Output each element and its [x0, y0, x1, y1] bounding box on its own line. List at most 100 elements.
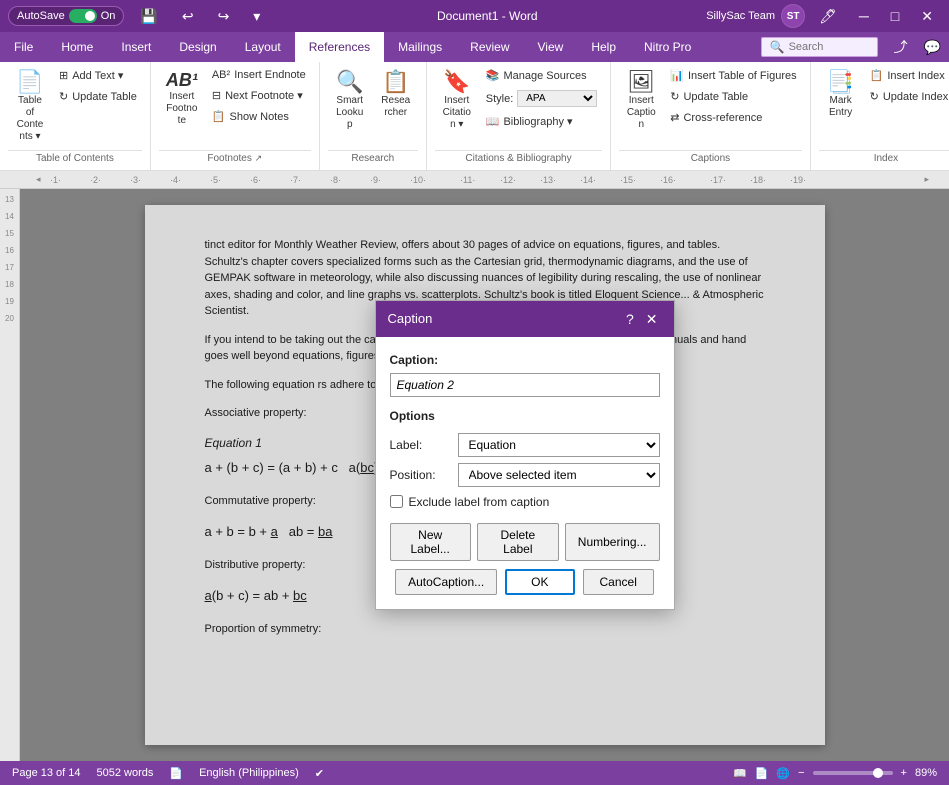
insert-index-icon: 📋 [870, 69, 884, 82]
autosave-toggle[interactable] [69, 9, 97, 23]
delete-label-button[interactable]: Delete Label [477, 523, 559, 561]
dialog-help-button[interactable]: ? [622, 311, 638, 328]
exclude-label-text[interactable]: Exclude label from caption [409, 493, 550, 511]
comments-button[interactable]: 💬 [916, 32, 949, 62]
accessibility-icon: ✔ [315, 767, 324, 780]
dialog-title-text: Caption [388, 309, 433, 329]
dialog-body: Caption: Options Label: Equation Figure … [376, 337, 674, 609]
captions-stack: 📊 Insert Table of Figures ↻ Update Table… [665, 66, 801, 127]
zoom-slider[interactable] [813, 771, 893, 775]
status-bar-right: 📖 📄 🌐 − + 89% [733, 767, 937, 780]
add-text-button[interactable]: ⊞ Add Text ▾ [54, 66, 142, 85]
search-input[interactable] [789, 41, 869, 53]
redo-button[interactable]: ↪ [210, 4, 238, 29]
menu-review[interactable]: Review [456, 32, 523, 62]
position-select[interactable]: Above selected item Below selected item [458, 463, 660, 487]
mark-entry-button[interactable]: 📑 MarkEntry [819, 66, 863, 124]
update-table-button[interactable]: ↻ Update Table [54, 87, 142, 106]
label-field-label: Label: [390, 436, 450, 454]
menu-help[interactable]: Help [577, 32, 630, 62]
language[interactable]: English (Philippines) [199, 767, 299, 779]
view-print-button[interactable]: 📄 [755, 767, 769, 780]
dialog-title-buttons: ? ✕ [622, 311, 662, 328]
autosave-label: AutoSave [17, 10, 65, 22]
insert-caption-button[interactable]: 🖼 InsertCaption [619, 66, 663, 136]
insert-table-of-figures-button[interactable]: 📊 Insert Table of Figures [665, 66, 801, 85]
researcher-button[interactable]: 📋 Researcher [374, 66, 418, 124]
insert-citation-icon: 🔖 [443, 71, 470, 93]
document-page[interactable]: tinct editor for Monthly Weather Review,… [145, 205, 825, 745]
manage-sources-button[interactable]: 📚 Manage Sources [481, 66, 603, 85]
ribbon: 📄 Table ofContents ▾ ⊞ Add Text ▾ ↻ Upda… [0, 62, 949, 171]
numbering-button[interactable]: Numbering... [565, 523, 660, 561]
caption-label: Caption: [390, 351, 660, 369]
insert-citation-button[interactable]: 🔖 InsertCitation ▾ [435, 66, 479, 136]
smart-lookup-button[interactable]: 🔍 SmartLookup [328, 66, 372, 136]
insert-index-button[interactable]: 📋 Insert Index [865, 66, 949, 85]
show-notes-button[interactable]: 📋 Show Notes [207, 107, 311, 126]
dialog-close-button[interactable]: ✕ [642, 311, 662, 328]
user-avatar[interactable]: ST [781, 4, 805, 28]
word-count[interactable]: 5052 words [97, 767, 154, 779]
footnotes-stack: AB² Insert Endnote ⊟ Next Footnote ▾ 📋 S… [207, 66, 311, 126]
menu-mailings[interactable]: Mailings [384, 32, 456, 62]
zoom-level[interactable]: 89% [915, 767, 937, 779]
citations-stack: 📚 Manage Sources Style: APA MLA Chicago … [481, 66, 603, 131]
menu-home[interactable]: Home [47, 32, 107, 62]
horizontal-ruler: ◂ ·1· ·2· ·3· ·4· ·5· ·6· ·7· ·8· ·9· ·1… [0, 171, 949, 189]
update-index-button[interactable]: ↻ Update Index [865, 87, 949, 106]
save-button[interactable]: 💾 [132, 4, 165, 29]
insert-endnote-button[interactable]: AB² Insert Endnote [207, 66, 311, 84]
document-scroll: tinct editor for Monthly Weather Review,… [20, 189, 949, 761]
manage-sources-icon: 📚 [486, 69, 500, 82]
autosave-badge[interactable]: AutoSave On [8, 6, 124, 26]
bibliography-button[interactable]: 📖 Bibliography ▾ [481, 112, 603, 131]
page-info[interactable]: Page 13 of 14 [12, 767, 81, 779]
undo-button[interactable]: ↩ [174, 4, 202, 29]
menu-references[interactable]: References [295, 32, 384, 62]
position-field-row: Position: Above selected item Below sele… [390, 463, 660, 487]
cross-reference-button[interactable]: ⇄ Cross-reference [665, 108, 801, 127]
close-button[interactable]: ✕ [913, 4, 941, 29]
table-of-contents-button[interactable]: 📄 Table ofContents ▾ [8, 66, 52, 148]
menu-layout[interactable]: Layout [231, 32, 295, 62]
menu-view[interactable]: View [524, 32, 578, 62]
style-select[interactable]: APA MLA Chicago [517, 90, 597, 107]
research-group-label: Research [328, 150, 418, 166]
view-read-button[interactable]: 📖 [733, 767, 747, 780]
minimize-button[interactable]: ─ [851, 4, 877, 28]
share-button[interactable]: ⤴ [886, 32, 916, 62]
autocaption-button[interactable]: AutoCaption... [395, 569, 497, 595]
cancel-button[interactable]: Cancel [583, 569, 654, 595]
update-table-figures-button[interactable]: ↻ Update Table [665, 87, 801, 106]
new-label-button[interactable]: New Label... [390, 523, 471, 561]
ribbon-display-options-button[interactable]: 🖊 [811, 4, 845, 29]
ok-button[interactable]: OK [505, 569, 574, 595]
exclude-label-checkbox[interactable] [390, 495, 403, 508]
table-figures-icon: 📊 [670, 69, 684, 82]
user-initials: ST [787, 11, 800, 22]
exclude-label-row: Exclude label from caption [390, 493, 660, 511]
maximize-button[interactable]: □ [883, 4, 907, 28]
menu-insert[interactable]: Insert [107, 32, 165, 62]
caption-input[interactable] [390, 373, 660, 397]
title-bar: AutoSave On 💾 ↩ ↪ ▾ Document1 - Word Sil… [0, 0, 949, 32]
menu-design[interactable]: Design [165, 32, 230, 62]
style-selector[interactable]: Style: APA MLA Chicago [481, 87, 603, 110]
insert-footnote-button[interactable]: AB¹ InsertFootnote [159, 66, 205, 132]
customize-quick-access-button[interactable]: ▾ [245, 4, 268, 29]
label-select[interactable]: Equation Figure Table [458, 433, 660, 457]
view-web-button[interactable]: 🌐 [776, 767, 790, 780]
status-bar-left: Page 13 of 14 5052 words 📄 English (Phil… [12, 767, 324, 780]
style-label: Style: [486, 93, 514, 105]
captions-group-label: Captions [619, 150, 801, 166]
search-box[interactable]: 🔍 [761, 37, 878, 57]
toc-group-label: Table of Contents [8, 150, 142, 166]
menu-file[interactable]: File [0, 32, 47, 62]
next-footnote-button[interactable]: ⊟ Next Footnote ▾ [207, 86, 311, 105]
index-buttons: 📑 MarkEntry 📋 Insert Index ↻ Update Inde… [819, 66, 949, 148]
dialog-ok-cancel: AutoCaption... OK Cancel [390, 569, 660, 595]
menu-nitro-pro[interactable]: Nitro Pro [630, 32, 705, 62]
zoom-out-button[interactable]: − [798, 767, 804, 779]
zoom-in-button[interactable]: + [901, 767, 907, 779]
